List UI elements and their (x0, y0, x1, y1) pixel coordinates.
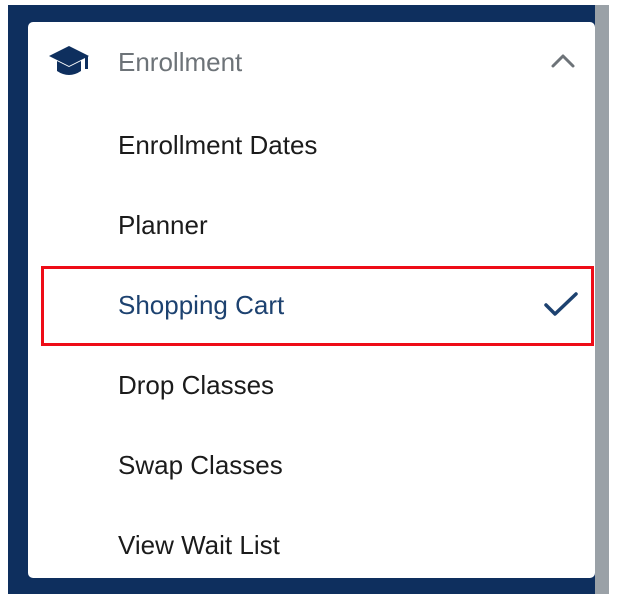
enrollment-section-label: Enrollment (118, 47, 243, 77)
enrollment-menu-panel: Enrollment Enrollment Dates Planner Shop… (28, 22, 595, 578)
graduation-cap-icon (47, 44, 91, 80)
menu-item-label: Enrollment Dates (118, 130, 318, 160)
menu-item-label: Shopping Cart (118, 290, 285, 320)
menu-item-label: Drop Classes (118, 370, 275, 400)
chevron-up-icon[interactable] (548, 50, 578, 72)
scrollbar[interactable] (595, 5, 609, 594)
menu-item-view-wait-list[interactable]: View Wait List (28, 506, 595, 586)
menu-item-drop-classes[interactable]: Drop Classes (28, 346, 595, 426)
menu-item-shopping-cart[interactable]: Shopping Cart (28, 266, 595, 346)
menu-item-label: Planner (118, 210, 208, 240)
menu-item-swap-classes[interactable]: Swap Classes (28, 426, 595, 506)
menu-item-planner[interactable]: Planner (28, 186, 595, 266)
checkmark-icon (541, 290, 581, 320)
menu-item-label: Swap Classes (118, 450, 283, 480)
enrollment-section-header[interactable]: Enrollment (28, 22, 595, 106)
menu-item-enrollment-dates[interactable]: Enrollment Dates (28, 106, 595, 186)
menu-item-label: View Wait List (118, 530, 280, 560)
